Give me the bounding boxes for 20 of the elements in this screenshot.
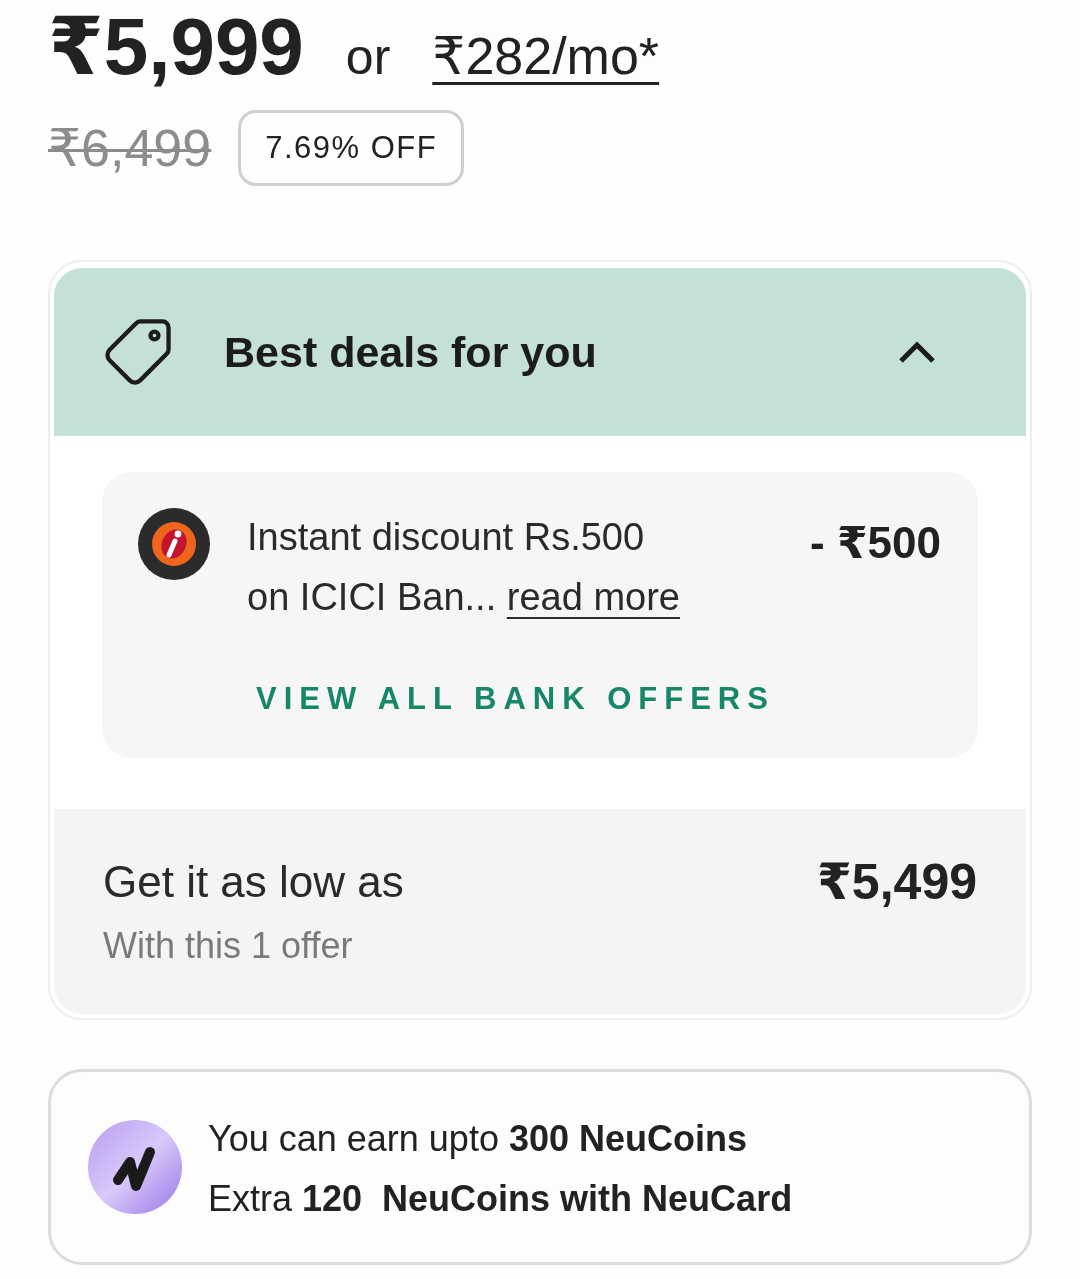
- bank-logo-icon: [138, 508, 210, 580]
- deals-title: Best deals for you: [224, 327, 597, 378]
- emi-price-link[interactable]: ₹282/mo*: [432, 26, 660, 86]
- read-more-link[interactable]: read more: [506, 576, 680, 618]
- reward-line: You can earn upto 300 NeuCoins: [208, 1117, 747, 1161]
- tag-icon: [105, 319, 171, 385]
- reward-line: Extra 120 NeuCoins with NeuCard: [208, 1177, 793, 1221]
- offer-description: Instant discount Rs.500 on ICICI Ban... read more: [247, 515, 681, 620]
- current-price: ₹5,999: [48, 7, 304, 87]
- original-price: ₹6,499: [48, 118, 212, 178]
- view-all-offers-button[interactable]: VIEW ALL BANK OFFERS: [256, 679, 775, 719]
- offer-amount: - ₹500: [810, 517, 941, 569]
- summary-sublabel: With this 1 offer: [103, 924, 353, 968]
- deals-header[interactable]: Best deals for you: [54, 268, 1026, 436]
- chevron-up-icon[interactable]: [898, 340, 936, 364]
- summary-price: ₹5,499: [817, 856, 977, 908]
- price-separator: or: [345, 28, 391, 87]
- summary-label: Get it as low as: [103, 856, 404, 908]
- coin-logo-icon: [88, 1120, 182, 1214]
- discount-badge: 7.69% OFF: [238, 110, 465, 186]
